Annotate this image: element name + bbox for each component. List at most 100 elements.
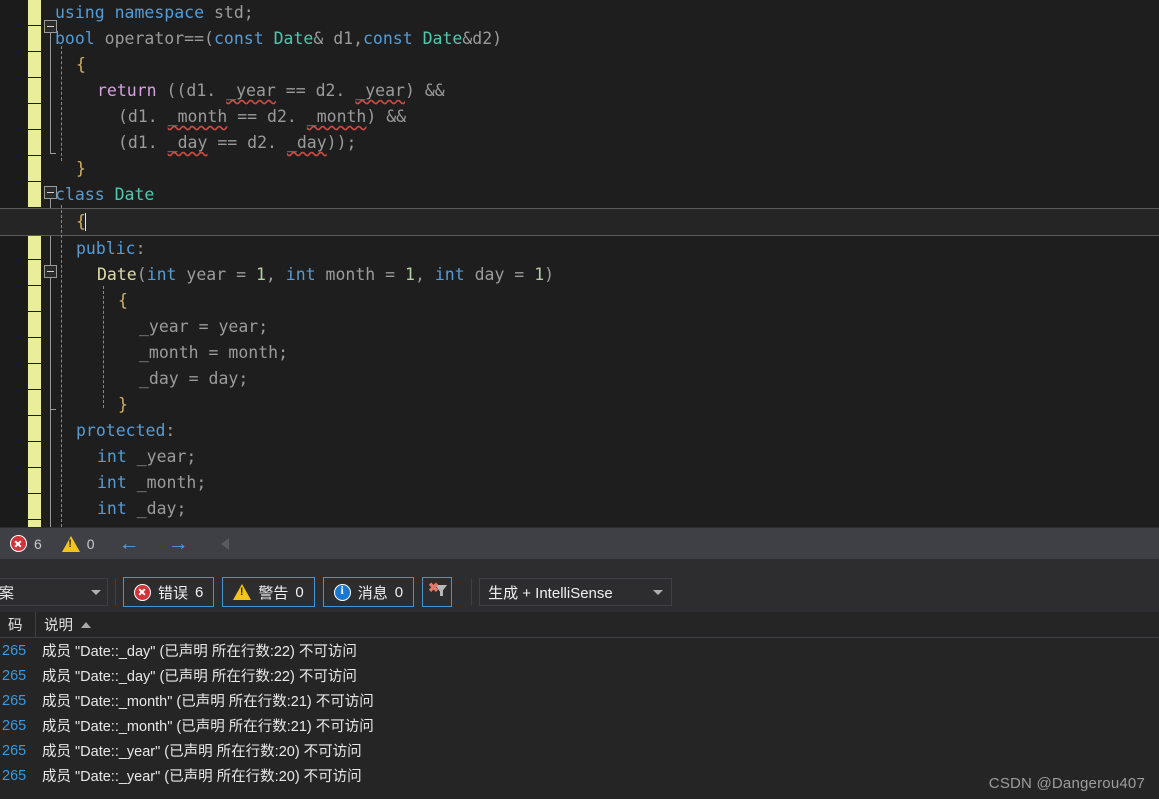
code-token: day = bbox=[464, 265, 535, 284]
messages-filter-button[interactable]: 消息 0 bbox=[322, 577, 415, 607]
messages-filter-label: 消息 bbox=[357, 584, 388, 602]
code-token: & d1, bbox=[313, 29, 363, 48]
code-editor[interactable]: using namespace std; bool operator==(cons… bbox=[0, 0, 1159, 527]
code-line[interactable]: int _day; bbox=[0, 496, 1159, 522]
column-header-description[interactable]: 说明 bbox=[36, 612, 1159, 638]
table-row[interactable]: 265 成员 "Date::_month" (已声明 所在行数:21) 不可访问 bbox=[0, 713, 1159, 738]
editor-status-strip: 6 0 ← → bbox=[0, 527, 1159, 559]
info-circle-icon bbox=[333, 583, 351, 601]
error-list-toolbar: 案 错误 6 警告 0 消息 0 ✖ bbox=[0, 572, 1159, 612]
code-token: _year bbox=[355, 81, 405, 100]
table-row[interactable]: 265 成员 "Date::_year" (已声明 所在行数:20) 不可访问 bbox=[0, 738, 1159, 763]
table-row[interactable]: 265 成员 "Date::_day" (已声明 所在行数:22) 不可访问 bbox=[0, 663, 1159, 688]
code-line[interactable]: (d1. _day == d2. _day)); bbox=[0, 130, 1159, 156]
code-token: int bbox=[146, 265, 177, 284]
column-header-code[interactable]: 码 bbox=[0, 611, 36, 638]
table-row[interactable]: 265 成员 "Date::_month" (已声明 所在行数:21) 不可访问 bbox=[0, 688, 1159, 713]
code-token: 1 bbox=[255, 265, 266, 284]
code-line[interactable]: int _month; bbox=[0, 470, 1159, 496]
error-list-panel: 案 错误 6 警告 0 消息 0 ✖ bbox=[0, 559, 1159, 799]
code-token: , bbox=[265, 265, 286, 284]
code-token: _day = day; bbox=[139, 369, 249, 388]
code-line[interactable]: protected: bbox=[0, 418, 1159, 444]
code-line[interactable]: _year = year; bbox=[0, 314, 1159, 340]
toolbar-separator bbox=[471, 579, 473, 605]
code-token: int bbox=[97, 499, 127, 518]
errors-filter-count: 6 bbox=[195, 583, 204, 601]
clear-filter-button[interactable]: ✖ bbox=[422, 577, 453, 607]
warnings-filter-button[interactable]: 警告 0 bbox=[222, 577, 315, 607]
scope-dropdown-value: 案 bbox=[0, 584, 15, 602]
code-line[interactable]: { bbox=[0, 288, 1159, 314]
code-token: int bbox=[434, 265, 465, 284]
error-code-cell[interactable]: 265 bbox=[0, 643, 36, 659]
table-row[interactable]: 265 成员 "Date::_year" (已声明 所在行数:20) 不可访问 bbox=[0, 763, 1159, 788]
table-row[interactable]: 265 成员 "Date::_day" (已声明 所在行数:22) 不可访问 bbox=[0, 638, 1159, 663]
code-token: _day; bbox=[126, 499, 187, 518]
code-line[interactable]: (d1. _month == d2. _month) && bbox=[0, 104, 1159, 130]
code-token: _day bbox=[286, 133, 327, 152]
indent-guide bbox=[61, 46, 62, 161]
error-description-cell: 成员 "Date::_year" (已声明 所在行数:20) 不可访问 bbox=[42, 744, 362, 760]
error-description-cell: 成员 "Date::_day" (已声明 所在行数:22) 不可访问 bbox=[42, 644, 357, 660]
code-line[interactable]: _day = day; bbox=[0, 366, 1159, 392]
code-token: == d2. bbox=[275, 81, 356, 100]
code-line[interactable]: return ((d1. _year == d2. _year) && bbox=[0, 78, 1159, 104]
code-line[interactable]: bool operator==(const Date& d1,const Dat… bbox=[0, 26, 1159, 52]
code-token: _year = year; bbox=[139, 317, 269, 336]
status-error-indicator[interactable]: 6 bbox=[0, 535, 52, 552]
code-line[interactable]: { bbox=[0, 52, 1159, 78]
triangle-left-icon[interactable] bbox=[220, 537, 229, 550]
code-token: Date bbox=[114, 185, 155, 204]
code-token: _year; bbox=[126, 447, 197, 466]
code-text-area[interactable]: using namespace std; bool operator==(cons… bbox=[0, 0, 1159, 527]
code-line[interactable]: using namespace std; bbox=[0, 0, 1159, 26]
code-line[interactable]: int _year; bbox=[0, 444, 1159, 470]
error-list-column-headers: 码 说明 bbox=[0, 611, 1159, 638]
error-code-cell[interactable]: 265 bbox=[0, 768, 36, 784]
toolbar-separator bbox=[115, 579, 116, 605]
code-line[interactable]: class Date bbox=[0, 182, 1159, 208]
warning-triangle-icon bbox=[233, 584, 252, 600]
errors-filter-button[interactable]: 错误 6 bbox=[123, 577, 215, 607]
error-code-cell[interactable]: 265 bbox=[0, 693, 36, 709]
code-line[interactable]: } bbox=[0, 392, 1159, 418]
code-token: year = bbox=[176, 265, 256, 284]
code-line[interactable]: _month = month; bbox=[0, 340, 1159, 366]
code-token: const bbox=[213, 29, 264, 48]
code-line[interactable]: } bbox=[0, 156, 1159, 182]
scope-dropdown[interactable]: 案 bbox=[0, 578, 108, 606]
code-token: == d2. bbox=[207, 133, 287, 152]
code-token: { bbox=[118, 291, 128, 310]
code-token: : bbox=[165, 421, 176, 440]
code-token: _year bbox=[226, 81, 276, 100]
indent-guide bbox=[61, 205, 62, 527]
error-code-cell[interactable]: 265 bbox=[0, 718, 36, 734]
panel-drag-handle[interactable] bbox=[0, 559, 1159, 572]
code-token: ((d1. bbox=[156, 81, 227, 100]
error-code-cell[interactable]: 265 bbox=[0, 743, 36, 759]
code-line[interactable]: Date(int year = 1, int month = 1, int da… bbox=[0, 262, 1159, 288]
code-token: ) bbox=[544, 265, 555, 284]
chevron-down-icon bbox=[653, 589, 664, 595]
arrow-left-icon[interactable]: ← bbox=[105, 533, 154, 554]
code-token: ) && bbox=[404, 81, 445, 100]
error-code-cell[interactable]: 265 bbox=[0, 668, 36, 684]
arrow-right-icon[interactable]: → bbox=[154, 533, 203, 554]
code-line[interactable]: { bbox=[0, 208, 1159, 236]
status-warning-indicator[interactable]: 0 bbox=[52, 535, 105, 552]
build-scope-dropdown[interactable]: 生成 + IntelliSense bbox=[479, 578, 673, 606]
code-token: _day bbox=[167, 133, 208, 152]
code-token: == d2. bbox=[227, 107, 307, 126]
code-line[interactable]: public: bbox=[0, 236, 1159, 262]
code-token: Date bbox=[97, 265, 137, 284]
error-list-rows[interactable]: 265 成员 "Date::_day" (已声明 所在行数:22) 不可访问 265… bbox=[0, 638, 1159, 799]
code-token: month = bbox=[315, 265, 406, 284]
code-token: using bbox=[55, 3, 105, 22]
code-token: } bbox=[76, 159, 86, 178]
drag-dots-icon bbox=[4, 562, 1104, 568]
code-token: int bbox=[97, 447, 127, 466]
error-description-cell: 成员 "Date::_month" (已声明 所在行数:21) 不可访问 bbox=[42, 694, 374, 710]
